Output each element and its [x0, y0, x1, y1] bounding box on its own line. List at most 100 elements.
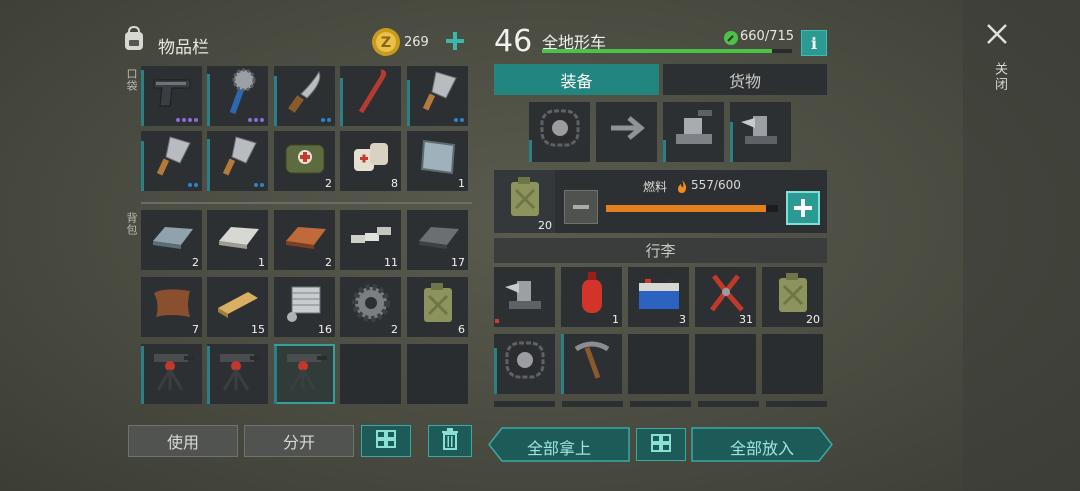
take-all-label: 全部拿上	[526, 439, 591, 458]
luggage-slot[interactable]	[561, 334, 622, 394]
durability-indicator	[141, 346, 144, 404]
machete-icon	[283, 68, 327, 120]
luggage-slot[interactable]	[494, 267, 555, 327]
jerrycan-icon	[508, 176, 542, 222]
quality-dots	[188, 183, 198, 187]
luggage-slot[interactable]: 31	[695, 267, 756, 327]
equipment-slot[interactable]	[529, 102, 590, 162]
equipment-slot[interactable]	[663, 102, 724, 162]
pocket-slot[interactable]	[407, 66, 468, 126]
tab-cargo[interactable]: 货物	[663, 64, 827, 95]
backpack-section-label: 背包	[125, 212, 138, 236]
pocket-slot[interactable]: 8	[340, 131, 401, 191]
svg-text:Z: Z	[381, 35, 391, 51]
tire-tread-icon	[536, 105, 584, 155]
durability-indicator	[274, 346, 277, 404]
luggage-slot[interactable]: 20	[762, 267, 823, 327]
vise-icon	[670, 106, 718, 154]
jerrycan-icon	[421, 282, 455, 328]
backpack-slot[interactable]	[207, 344, 268, 404]
pocket-slot[interactable]	[274, 66, 335, 126]
pickaxe-icon	[568, 337, 616, 387]
steel-ingot-icon	[415, 221, 461, 255]
engine-parts-icon	[282, 281, 328, 329]
luggage-slot[interactable]	[494, 334, 555, 394]
backpack-slot[interactable]	[141, 344, 202, 404]
split-button[interactable]: 分开	[244, 425, 354, 457]
luggage-slot[interactable]	[628, 334, 689, 394]
take-all-button[interactable]: 全部拿上	[488, 427, 630, 462]
sort-luggage-button[interactable]	[636, 428, 686, 461]
item-count: 15	[251, 323, 265, 336]
quality-dots	[454, 118, 464, 122]
pocket-section-label: 口袋	[125, 68, 138, 92]
use-button[interactable]: 使用	[128, 425, 238, 457]
item-count: 11	[384, 256, 398, 269]
luggage-slot[interactable]	[762, 334, 823, 394]
glass-sheet-icon	[416, 135, 460, 183]
item-count: 2	[325, 177, 332, 190]
jerrycan-icon	[776, 272, 810, 318]
fuel-can-slot[interactable]: 20	[494, 170, 555, 233]
info-button[interactable]: i	[801, 30, 827, 56]
cleaver-icon	[216, 133, 260, 185]
backpack-slot[interactable]: 7	[141, 277, 202, 337]
durability-indicator	[730, 122, 733, 162]
item-count: 17	[451, 256, 465, 269]
durability-indicator	[141, 141, 144, 191]
cleaver-icon	[416, 68, 460, 120]
pocket-slot[interactable]	[141, 66, 202, 126]
luggage-slot[interactable]	[695, 334, 756, 394]
backpack-slot[interactable]	[340, 344, 401, 404]
iron-ingot-icon	[149, 221, 195, 255]
backpack-slot[interactable]: 1	[207, 210, 268, 270]
planks-icon	[214, 286, 262, 324]
item-count: 2	[192, 256, 199, 269]
add-coins-button[interactable]	[444, 30, 466, 52]
put-all-button[interactable]: 全部放入	[691, 427, 833, 462]
backpack-slot[interactable]: 2	[340, 277, 401, 337]
durability-indicator	[529, 140, 532, 162]
equipment-slot[interactable]	[730, 102, 791, 162]
pocket-slot[interactable]: 1	[407, 131, 468, 191]
pistol-icon	[150, 72, 194, 116]
backpack-slot[interactable]: 11	[340, 210, 401, 270]
backpack-slot[interactable]: 17	[407, 210, 468, 270]
equipment-slot[interactable]	[596, 102, 657, 162]
fuel-plus-button[interactable]	[786, 191, 820, 225]
backpack-slot[interactable]: 2	[274, 210, 335, 270]
durability-value: 660/715	[740, 29, 795, 44]
pocket-slot[interactable]	[340, 66, 401, 126]
luggage-slot[interactable]: 1	[561, 267, 622, 327]
durability-indicator	[561, 334, 564, 394]
trash-button[interactable]	[428, 425, 472, 457]
pocket-slot[interactable]	[141, 131, 202, 191]
backpack-slot[interactable]: 6	[407, 277, 468, 337]
luggage-slot[interactable]: 3	[628, 267, 689, 327]
pocket-slot[interactable]	[207, 66, 268, 126]
backpack-slot[interactable]	[274, 344, 335, 404]
fuel-can-count: 20	[538, 219, 552, 232]
pocket-slot[interactable]	[207, 131, 268, 191]
cleaver-icon	[150, 133, 194, 185]
sort-grid-button[interactable]	[361, 425, 411, 457]
medkit-bag-icon	[282, 135, 328, 183]
item-count: 3	[679, 313, 686, 326]
arrow-right-icon	[605, 113, 649, 147]
durability-bar	[542, 49, 792, 53]
close-button[interactable]	[985, 22, 1009, 46]
inventory-title: 物品栏	[158, 38, 209, 58]
drill-icon	[501, 271, 549, 319]
backpack-slot[interactable]	[407, 344, 468, 404]
backpack-slot[interactable]: 16	[274, 277, 335, 337]
backpack-slot[interactable]: 2	[141, 210, 202, 270]
item-count: 8	[391, 177, 398, 190]
pocket-slot[interactable]: 2	[274, 131, 335, 191]
fuel-minus-button[interactable]	[564, 190, 598, 224]
item-count: 16	[318, 323, 332, 336]
tab-equipment[interactable]: 装备	[494, 64, 659, 95]
fuel-slider[interactable]	[606, 205, 778, 212]
turret-icon	[281, 346, 329, 398]
backpack-slot[interactable]: 15	[207, 277, 268, 337]
section-divider	[141, 202, 472, 204]
